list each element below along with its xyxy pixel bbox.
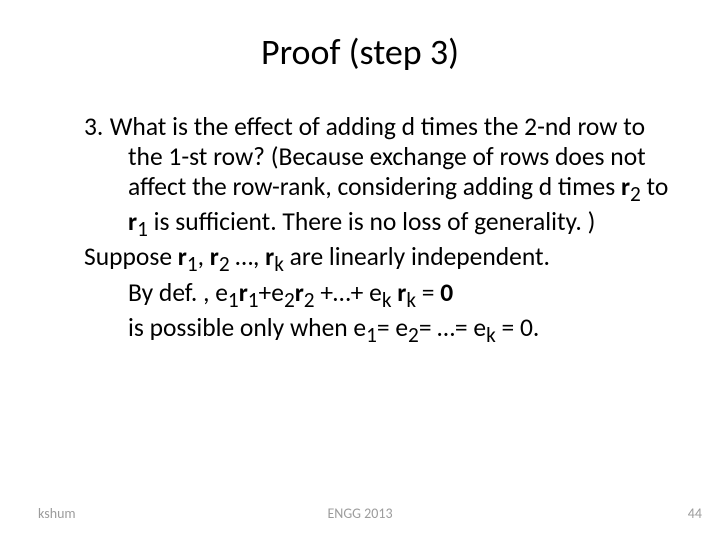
suppose-sep1: , xyxy=(198,241,210,272)
poss-2: 2 xyxy=(408,322,419,348)
bydef-r1: r xyxy=(239,277,248,308)
poss-1: 1 xyxy=(366,322,377,348)
slide: Proof (step 3) 3.What is the effect of a… xyxy=(0,0,720,540)
suppose-post: are linearly independent. xyxy=(284,241,550,272)
suppose-line: Suppose r1, r2 …, rk are linearly indepe… xyxy=(40,242,680,277)
bydef-1a: 1 xyxy=(228,287,239,313)
suppose-r1-sub: 1 xyxy=(187,252,198,278)
slide-title: Proof (step 3) xyxy=(40,30,680,74)
bydef-plus1: +e xyxy=(259,277,284,308)
bydef-rk: r xyxy=(397,277,406,308)
para1-r2-sub: 2 xyxy=(630,181,641,207)
suppose-rk-sub: k xyxy=(274,252,284,278)
footer-author: kshum xyxy=(38,505,76,522)
bydef-r1-sub: 1 xyxy=(248,287,259,313)
suppose-rk: r xyxy=(265,241,274,272)
bydef-eq: = xyxy=(416,277,440,308)
footer-slide-number: 44 xyxy=(688,505,702,522)
bydef-plus-ell: +…+ e xyxy=(315,277,382,308)
suppose-r2-sub: 2 xyxy=(219,252,230,278)
slide-footer: kshum ENGG 2013 44 xyxy=(0,505,720,522)
poss-eq2: = …= e xyxy=(419,312,486,343)
bydef-r2: r xyxy=(295,277,304,308)
para1-r2: r xyxy=(621,171,630,202)
possible-line: is possible only when e1= e2= …= ek = 0. xyxy=(40,313,680,348)
bydef-2a: 2 xyxy=(284,287,295,313)
bydef-zero: 0 xyxy=(440,277,453,308)
para1-seg2: to xyxy=(641,171,669,202)
bydef-rk-sub: k xyxy=(406,287,416,313)
suppose-r1: r xyxy=(178,241,187,272)
bullet-3: 3.What is the effect of adding d times t… xyxy=(40,112,680,242)
poss-pre: is possible only when e xyxy=(128,312,366,343)
suppose-ell: …, xyxy=(230,241,266,272)
poss-eq1: = e xyxy=(377,312,408,343)
suppose-pre: Suppose xyxy=(84,241,178,272)
bydef-line: By def. , e1r1+e2r2 +…+ ek rk = 0 xyxy=(40,278,680,313)
para1-r1-sub: 1 xyxy=(137,216,148,242)
para1-seg3: is sufficient. There is no loss of gener… xyxy=(148,206,595,237)
slide-body: 3.What is the effect of adding d times t… xyxy=(40,112,680,348)
bullet-number: 3. xyxy=(84,111,103,142)
bydef-pre: By def. , e xyxy=(128,277,228,308)
footer-course: ENGG 2013 xyxy=(327,505,392,522)
para1-seg1: What is the effect of adding d times the… xyxy=(110,111,646,202)
suppose-r2: r xyxy=(210,241,219,272)
poss-k: k xyxy=(486,322,496,348)
poss-end: = 0. xyxy=(496,312,540,343)
para1-r1: r xyxy=(128,206,137,237)
bydef-r2-sub: 2 xyxy=(304,287,315,313)
